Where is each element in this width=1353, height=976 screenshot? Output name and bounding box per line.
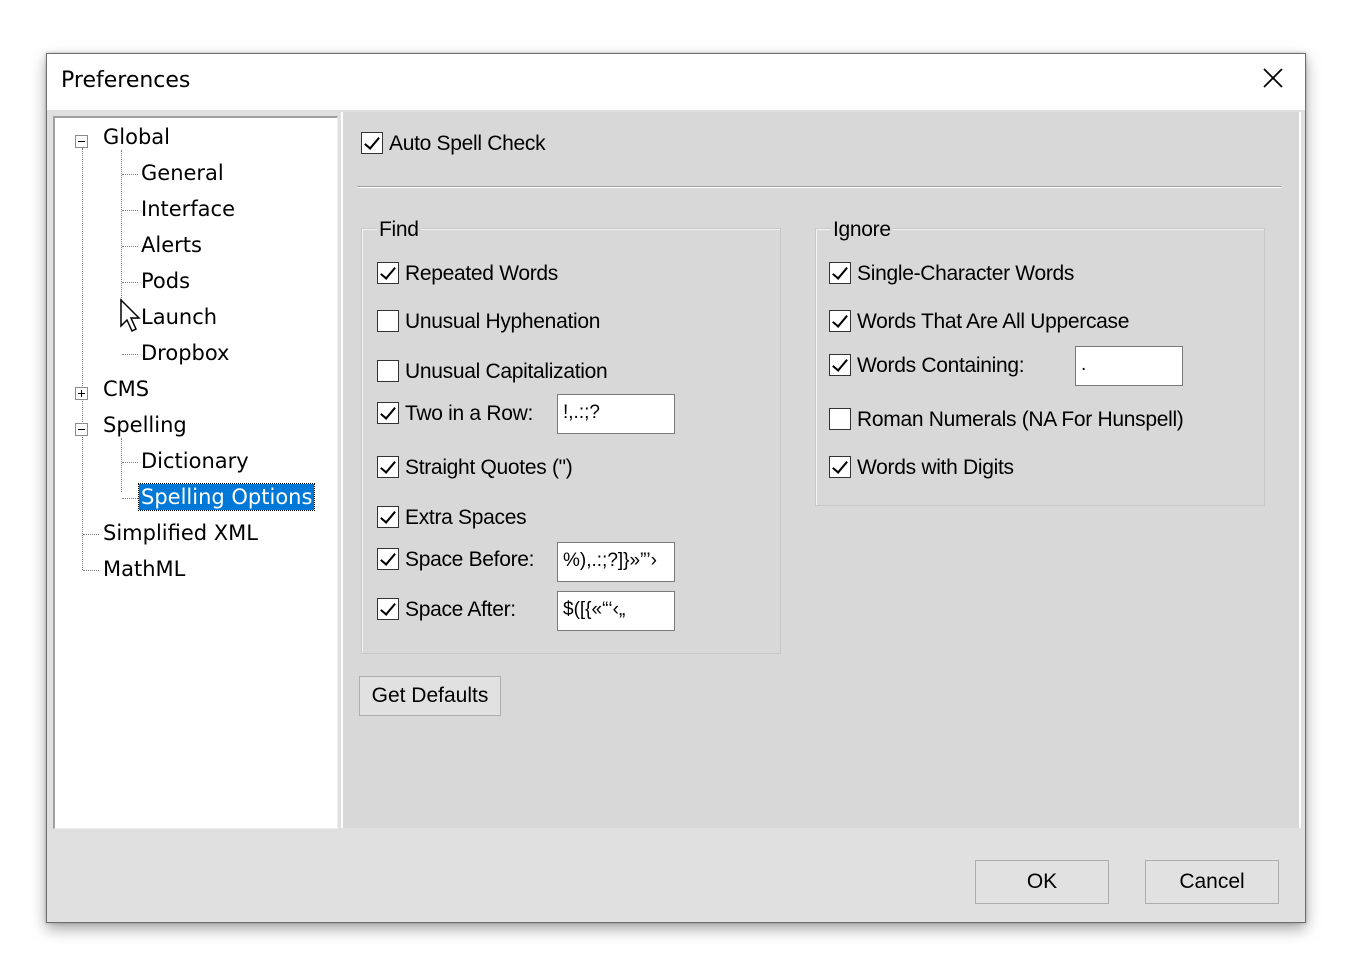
two-in-a-row-checkbox[interactable] xyxy=(377,402,399,424)
tree-item-general[interactable]: General xyxy=(141,160,224,186)
all-uppercase-checkbox[interactable] xyxy=(829,310,851,332)
roman-numerals-label: Roman Numerals (NA For Hunspell) xyxy=(857,408,1184,431)
space-after-input[interactable]: $([{«“‘‹„ xyxy=(557,591,675,631)
unusual-capitalization-label: Unusual Capitalization xyxy=(405,360,608,383)
mouse-cursor-icon xyxy=(120,298,141,333)
title-bar: Preferences xyxy=(47,54,1305,110)
expand-cms-icon[interactable] xyxy=(75,387,88,400)
get-defaults-button[interactable]: Get Defaults xyxy=(359,676,501,716)
space-before-label: Space Before: xyxy=(405,548,535,571)
auto-spell-check-checkbox[interactable] xyxy=(361,132,383,154)
unusual-capitalization-checkbox[interactable] xyxy=(377,360,399,382)
words-containing-checkbox[interactable] xyxy=(829,354,851,376)
tree-item-mathml[interactable]: MathML xyxy=(103,556,185,582)
cancel-button[interactable]: Cancel xyxy=(1145,860,1279,904)
collapse-global-icon[interactable] xyxy=(75,135,88,148)
straight-quotes-label: Straight Quotes (") xyxy=(405,456,573,479)
two-in-a-row-label: Two in a Row: xyxy=(405,402,533,425)
roman-numerals-checkbox[interactable] xyxy=(829,408,851,430)
all-uppercase-label: Words That Are All Uppercase xyxy=(857,310,1130,333)
tree-item-alerts[interactable]: Alerts xyxy=(141,232,202,258)
tree-item-simplified-xml[interactable]: Simplified XML xyxy=(103,520,258,546)
repeated-words-label: Repeated Words xyxy=(405,262,559,285)
tree-item-pods[interactable]: Pods xyxy=(141,268,190,294)
space-before-checkbox[interactable] xyxy=(377,548,399,570)
single-character-words-label: Single-Character Words xyxy=(857,262,1075,285)
category-tree: Global General Interface Alerts Pods Lau… xyxy=(53,116,338,829)
ignore-group-title: Ignore xyxy=(831,218,893,242)
find-group-title: Find xyxy=(377,218,421,242)
space-after-checkbox[interactable] xyxy=(377,598,399,620)
words-with-digits-label: Words with Digits xyxy=(857,456,1014,479)
auto-spell-check-label: Auto Spell Check xyxy=(389,132,546,155)
unusual-hyphenation-label: Unusual Hyphenation xyxy=(405,310,601,333)
unusual-hyphenation-checkbox[interactable] xyxy=(377,310,399,332)
tree-item-global[interactable]: Global xyxy=(103,124,170,150)
repeated-words-checkbox[interactable] xyxy=(377,262,399,284)
collapse-spelling-icon[interactable] xyxy=(75,423,88,436)
tree-item-spelling[interactable]: Spelling xyxy=(103,412,187,438)
close-icon[interactable] xyxy=(1259,64,1287,92)
space-after-label: Space After: xyxy=(405,598,516,621)
ok-button[interactable]: OK xyxy=(975,860,1109,904)
tree-item-interface[interactable]: Interface xyxy=(141,196,235,222)
tree-item-spelling-options[interactable]: Spelling Options xyxy=(137,483,316,511)
two-in-a-row-input[interactable]: !,.:;? xyxy=(557,394,675,434)
tree-item-dropbox[interactable]: Dropbox xyxy=(141,340,229,366)
separator xyxy=(357,186,1281,188)
single-character-words-checkbox[interactable] xyxy=(829,262,851,284)
extra-spaces-label: Extra Spaces xyxy=(405,506,527,529)
extra-spaces-checkbox[interactable] xyxy=(377,506,399,528)
preferences-dialog: Preferences Global General Interface Ale… xyxy=(46,53,1306,923)
straight-quotes-checkbox[interactable] xyxy=(377,456,399,478)
words-containing-label: Words Containing: xyxy=(857,354,1025,377)
window-title: Preferences xyxy=(61,68,191,93)
tree-item-launch[interactable]: Launch xyxy=(141,304,217,330)
tree-item-dictionary[interactable]: Dictionary xyxy=(141,448,249,474)
words-containing-input[interactable]: . xyxy=(1075,346,1183,386)
tree-item-cms[interactable]: CMS xyxy=(103,376,149,402)
spelling-options-panel: Auto Spell Check Find Repeated Words Unu… xyxy=(341,112,1301,828)
words-with-digits-checkbox[interactable] xyxy=(829,456,851,478)
space-before-input[interactable]: %),.:;?]}»”’› xyxy=(557,542,675,582)
